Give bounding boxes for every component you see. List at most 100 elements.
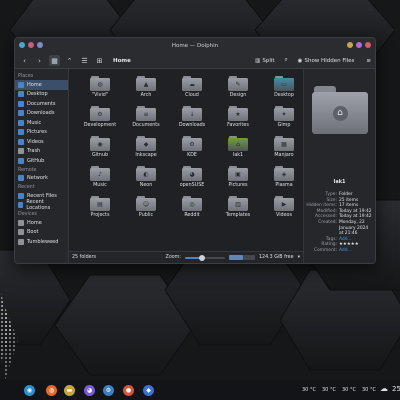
hamburger-icon: ≡ [366,57,371,64]
folder-item[interactable]: ✦ Gimp [261,104,307,134]
file-view[interactable]: ◍ "Vivid" ▲ Arch ☁ Cloud ✎ Design ▭ Desktop ⚙ Devel… [69,69,303,263]
folder-emblem-icon: ◎ [189,201,195,208]
sidebar-item-tumbleweed[interactable]: Tumbleweed [15,237,68,247]
pin-button[interactable] [28,42,34,48]
browser-icon[interactable]: ● [123,384,134,396]
sidebar-item-label: Recent Files [27,192,57,199]
compact-view-button[interactable]: ⊞ [94,55,105,66]
sidebar-item-boot[interactable]: Boot [15,228,68,238]
weather-icon[interactable]: ☁ [380,384,388,393]
free-space-bar[interactable] [228,255,255,260]
drive-icon [18,229,24,236]
folder-icon: ▦ [274,136,294,151]
sidebar-item-github[interactable]: GitHub [15,156,68,166]
forward-icon: › [38,56,41,65]
folder-name: Gitnub [91,153,109,158]
details-view-button[interactable]: ☰ [79,55,90,66]
folder-name: Downloads [178,123,206,128]
sidebar-item-label: Documents [27,100,56,107]
sidebar-item-label: Home [27,81,42,88]
folder-item[interactable]: ⚙ KDE [169,134,215,164]
sidebar-item-label: Boot [27,229,39,236]
property-value[interactable]: Add... [339,248,373,254]
sidebar-item-trash[interactable]: Trash [15,147,68,157]
property-row: Created: Monday, 22 January 2024 at 21:46 [306,220,373,237]
search-button[interactable]: ⌕ [285,57,288,64]
up-button[interactable]: ⌃ [64,55,75,66]
folder-emblem-icon: ≡ [143,111,149,118]
keep-above-button[interactable] [37,42,43,48]
folder-item[interactable]: ▣ Pictures [215,164,261,194]
sidebar-item-desktop[interactable]: Desktop [15,90,68,100]
folder-name: Manjaro [274,153,294,158]
folder-emblem-icon: ▦ [281,141,287,148]
zoom-slider[interactable] [184,254,225,261]
folder-name: Cloud [185,93,199,98]
icon-view-button[interactable]: ▦ [49,55,60,66]
folder-name: "Vivid" [91,93,109,98]
folder-emblem-icon: ▲ [143,81,149,88]
folder-item[interactable]: ▥ Templates [215,194,261,224]
sidebar-item-music[interactable]: Music [15,118,68,128]
sidebar-item-recent-locations[interactable]: Recent Locations [15,199,68,211]
property-row: Comment: Add... [306,248,373,254]
free-space-menu-icon[interactable]: ▾ [298,255,300,260]
network-icon [18,175,24,182]
close-button[interactable] [365,42,371,48]
folder-item[interactable]: ▭ Desktop [261,74,307,104]
folder-item[interactable]: ◉ Gitnub [77,134,123,164]
icon-view-icon: ▦ [51,56,58,65]
sidebar-item-pictures[interactable]: Pictures [15,128,68,138]
sidebar-item-home[interactable]: Home [15,80,68,90]
dolphin-window: Home — Dolphin ‹ › ▦ ⌃ ☰ ⊞ Home ▥ Split … [14,37,376,264]
folder-icon: ▲ [136,76,156,91]
app-menu-button[interactable] [19,42,25,48]
sidebar-item-videos[interactable]: Videos [15,137,68,147]
folder-item[interactable]: ☁ Cloud [169,74,215,104]
folder-item[interactable]: ★ Favorites [215,104,261,134]
split-button[interactable]: ▥ Split [255,58,274,64]
folder-item[interactable]: ▶ Videos [261,194,307,224]
folder-item[interactable]: ⚙ Development [77,104,123,134]
folder-icon: ✦ [274,106,294,121]
folder-item[interactable]: ▦ Manjaro [261,134,307,164]
app-launcher-icon[interactable]: ◉ [24,384,35,396]
sidebar-item-documents[interactable]: Documents [15,99,68,109]
folder-item[interactable]: ◍ "Vivid" [77,74,123,104]
folder-item[interactable]: ◈ Plasma [261,164,307,194]
dolphin-icon[interactable]: ▬ [64,384,75,396]
folder-item[interactable]: ↓ Downloads [169,104,215,134]
folder-item[interactable]: ▲ Arch [123,74,169,104]
folder-item[interactable]: ▤ Projects [77,194,123,224]
folder-icon: ◈ [274,166,294,181]
folder-item[interactable]: ♪ Music [77,164,123,194]
forward-button[interactable]: › [34,55,45,66]
hamburger-menu-button[interactable]: ≡ [366,58,371,64]
folder-item[interactable]: ◕ openSUSE [169,164,215,194]
folder-item[interactable]: ◐ Neon [123,164,169,194]
folder-emblem-icon: ◆ [143,141,149,148]
title-bar[interactable]: Home — Dolphin [15,38,375,53]
folder-item[interactable]: ◎ Reddit [169,194,215,224]
folder-item[interactable]: ☺ Public [123,194,169,224]
app-icon[interactable]: ◆ [143,384,154,396]
maximize-button[interactable] [356,42,362,48]
sidebar-item-network[interactable]: Network [15,174,68,184]
folder-item[interactable]: ≡ Documents [123,104,169,134]
sidebar-item-home[interactable]: Home [15,218,68,228]
settings-icon[interactable]: ⚙ [103,384,114,396]
discord-icon[interactable]: ◕ [84,384,95,396]
folder-item[interactable]: ✎ Design [215,74,261,104]
breadcrumb[interactable]: Home [113,58,245,64]
folder-name: Gimp [277,123,291,128]
folder-item[interactable]: ⌂ Iak1 [215,134,261,164]
back-button[interactable]: ‹ [19,55,30,66]
folder-name: Plasma [275,183,293,188]
folder-icon: ↓ [182,106,202,121]
firefox-icon[interactable]: ◍ [46,384,57,396]
show-hidden-button[interactable]: ◉ Show Hidden Files [298,58,355,64]
sidebar-item-downloads[interactable]: Downloads [15,109,68,119]
folder-item[interactable]: ◆ Inkscape [123,134,169,164]
zoom-handle[interactable] [198,254,205,261]
minimize-button[interactable] [347,42,353,48]
